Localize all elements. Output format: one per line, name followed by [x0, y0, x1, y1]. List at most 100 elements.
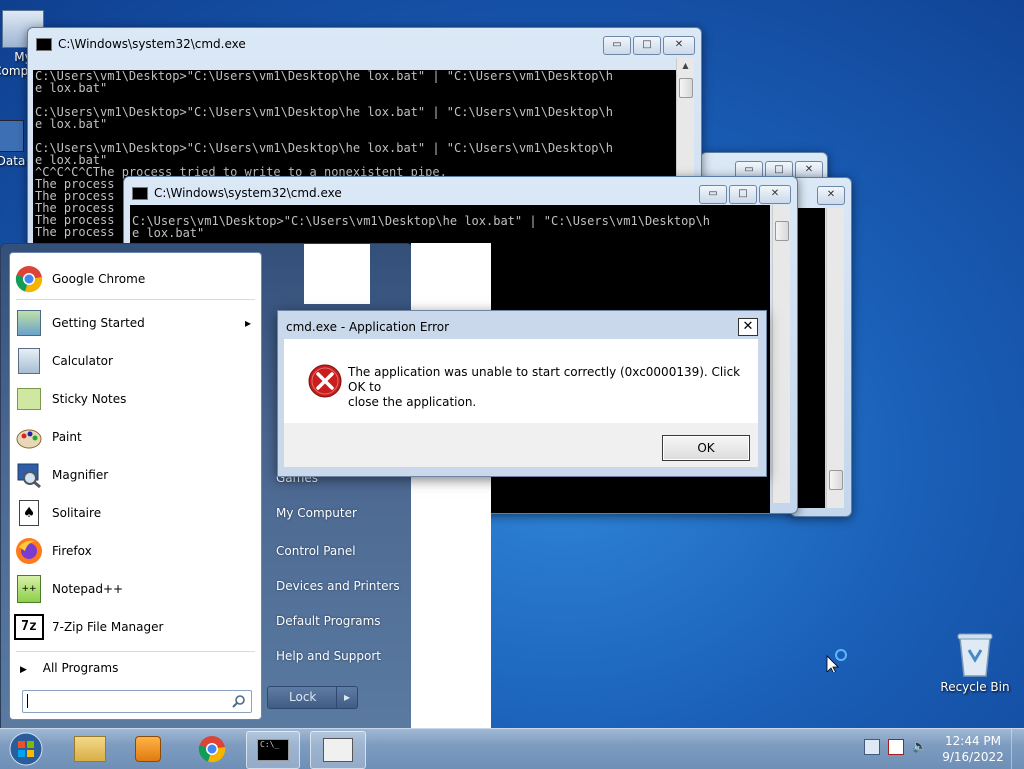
minimize-button[interactable]: ▭	[603, 36, 631, 55]
taskbar-media-player[interactable]	[122, 731, 174, 767]
close-button[interactable]: ✕	[817, 186, 845, 205]
scroll-thumb[interactable]	[679, 78, 693, 98]
sticky-notes-icon	[14, 384, 44, 414]
scroll-up-arrow[interactable]: ▲	[677, 58, 694, 74]
clock[interactable]: 12:44 PM 9/16/2022	[940, 733, 1006, 765]
error-message-line2: close the application.	[348, 395, 477, 409]
vertical-scrollbar[interactable]	[826, 208, 844, 508]
error-icon	[308, 364, 342, 398]
program-label: Google Chrome	[52, 272, 146, 286]
clock-time: 12:44 PM	[945, 734, 1001, 748]
system-tray: 🔈	[864, 739, 927, 755]
action-center-flag-icon[interactable]	[888, 739, 904, 755]
dialog-body: The application was unable to start corr…	[284, 339, 758, 433]
desktop-icon-recycle-bin[interactable]: Recycle Bin	[940, 630, 1010, 694]
all-programs-label: All Programs	[42, 661, 119, 675]
start-link-devices-printers[interactable]: Devices and Printers	[276, 579, 400, 593]
maximize-button[interactable]: □	[729, 185, 757, 204]
program-7zip[interactable]: 7z 7-Zip File Manager	[10, 609, 261, 645]
ok-button[interactable]: OK	[662, 435, 750, 461]
notepadpp-icon: ++	[14, 574, 44, 604]
program-label: Getting Started	[52, 316, 145, 330]
start-link-default-programs[interactable]: Default Programs	[276, 614, 381, 628]
divider	[16, 651, 255, 652]
taskbar: C:\_ 🔈 12:44 PM 9/16/2022	[0, 728, 1024, 769]
magnifier-icon	[14, 460, 44, 490]
program-magnifier[interactable]: Magnifier	[10, 457, 261, 493]
window-title: C:\Windows\system32\cmd.exe	[154, 186, 342, 200]
arrow-right-icon: ▶	[20, 665, 27, 675]
cmd-icon	[132, 187, 148, 200]
scroll-thumb[interactable]	[829, 470, 843, 490]
solitaire-icon: ♠	[14, 498, 44, 528]
text-cursor	[27, 694, 28, 708]
error-dialog: cmd.exe - Application Error ✕ The applic…	[277, 310, 767, 477]
program-label: Magnifier	[52, 468, 109, 482]
scroll-thumb[interactable]	[775, 221, 789, 241]
divider	[16, 299, 255, 300]
start-link-help-support[interactable]: Help and Support	[276, 649, 381, 663]
program-solitaire[interactable]: ♠ Solitaire	[10, 495, 261, 531]
busy-cursor-icon	[826, 649, 847, 672]
close-button[interactable]: ✕	[759, 185, 791, 204]
taskbar-cmd[interactable]: C:\_	[246, 731, 300, 769]
error-message-line1: The application was unable to start corr…	[348, 365, 741, 394]
program-label: Solitaire	[52, 506, 102, 520]
paint-icon	[14, 422, 44, 452]
close-button[interactable]: ✕	[663, 36, 695, 55]
vertical-scrollbar[interactable]	[772, 205, 790, 503]
windows-orb-icon	[9, 732, 43, 766]
chrome-icon	[198, 736, 226, 763]
maximize-button[interactable]: □	[633, 36, 661, 55]
program-sticky-notes[interactable]: Sticky Notes	[10, 381, 261, 417]
getting-started-icon	[14, 308, 44, 338]
shortcut-icon	[0, 120, 24, 152]
taskbar-cmd-window[interactable]	[310, 731, 366, 769]
window-icon	[323, 738, 353, 762]
7zip-icon: 7z	[14, 612, 44, 642]
start-link-my-computer[interactable]: My Computer	[276, 506, 357, 520]
volume-icon[interactable]: 🔈	[912, 739, 927, 753]
program-label: Firefox	[52, 544, 92, 558]
clock-date: 9/16/2022	[942, 750, 1004, 764]
recycle-bin-icon	[957, 633, 993, 677]
program-label: 7-Zip File Manager	[52, 620, 164, 634]
program-google-chrome[interactable]: Google Chrome	[10, 261, 261, 297]
minimize-button[interactable]: ▭	[699, 185, 727, 204]
program-label: Paint	[52, 430, 82, 444]
folder-icon	[74, 736, 106, 762]
start-button[interactable]	[4, 731, 48, 767]
cmd-window-background-2[interactable]: ✕	[790, 177, 852, 517]
titlebar[interactable]: C:\Windows\system32\cmd.exe ▭ □ ✕	[124, 177, 797, 207]
start-link-control-panel[interactable]: Control Panel	[276, 544, 356, 558]
program-getting-started[interactable]: Getting Started ▸	[10, 305, 261, 341]
submenu-arrow-icon: ▸	[244, 316, 251, 330]
network-icon[interactable]	[864, 739, 880, 755]
program-label: Calculator	[52, 354, 113, 368]
lock-options-arrow[interactable]: ▸	[336, 687, 357, 708]
program-label: Notepad++	[52, 582, 124, 596]
start-search-input[interactable]	[22, 690, 252, 713]
search-icon[interactable]	[232, 694, 246, 708]
program-paint[interactable]: Paint	[10, 419, 261, 455]
titlebar[interactable]: C:\Windows\system32\cmd.exe ▭ □ ✕	[28, 28, 701, 58]
taskbar-explorer[interactable]	[64, 731, 116, 767]
dialog-close-button[interactable]: ✕	[738, 318, 758, 336]
media-player-icon	[135, 736, 161, 762]
window-controls: ▭ □ ✕	[603, 36, 695, 55]
program-firefox[interactable]: Firefox	[10, 533, 261, 569]
programs-pane: Google Chrome Getting Started ▸ Calculat…	[9, 252, 262, 720]
taskbar-chrome[interactable]	[186, 731, 238, 767]
program-calculator[interactable]: Calculator	[10, 343, 261, 379]
error-message: The application was unable to start corr…	[348, 365, 758, 410]
all-programs-button[interactable]: ▶ All Programs	[20, 661, 118, 675]
window-title: C:\Windows\system32\cmd.exe	[58, 37, 246, 51]
user-picture	[304, 244, 370, 304]
desktop-icon-label: Recycle Bin	[940, 680, 1010, 694]
program-notepadpp[interactable]: ++ Notepad++	[10, 571, 261, 607]
lock-label: Lock	[289, 690, 317, 704]
window-controls: ✕	[817, 186, 845, 205]
show-desktop-button[interactable]	[1011, 729, 1024, 769]
lock-button[interactable]: Lock ▸	[267, 686, 358, 709]
calculator-icon	[14, 346, 44, 376]
